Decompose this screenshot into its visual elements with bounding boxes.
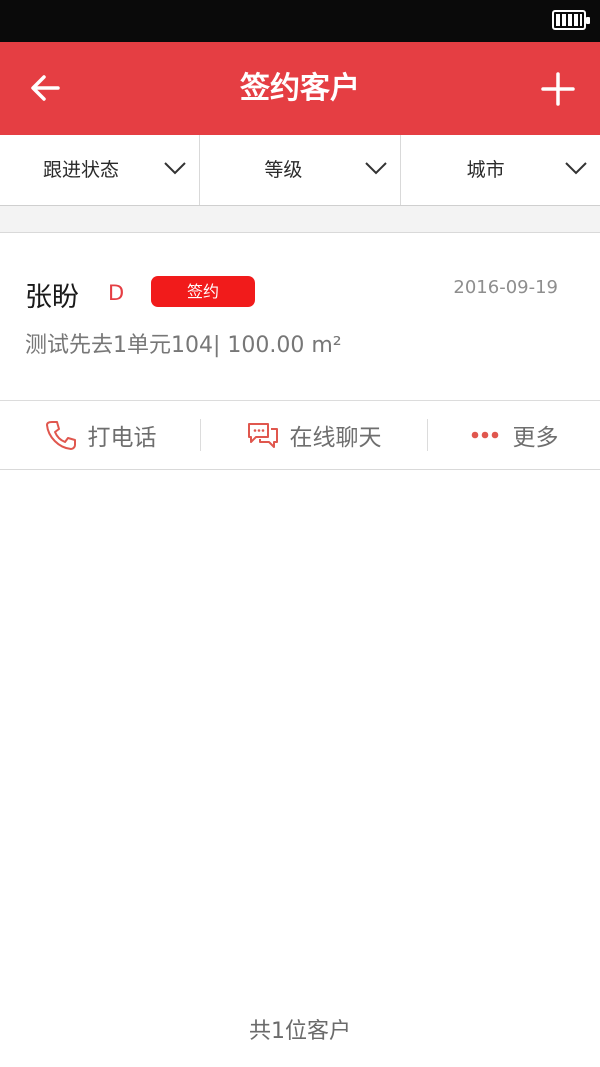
filter-label: 城市 [466,159,505,181]
chat-icon [247,423,278,448]
customer-date: 2016-09-19 [453,277,558,298]
chat-button[interactable]: 在线聊天 [200,401,427,469]
call-label: 打电话 [87,425,157,451]
filter-label: 跟进状态 [43,159,120,181]
customer-card[interactable]: 张盼 D 签约 2016-09-19 测试先去1单元104| 100.00 m²… [0,233,600,470]
page-title: 签约客户 [240,71,360,106]
add-icon[interactable] [534,62,582,114]
more-dots-icon [471,431,498,439]
call-button[interactable]: 打电话 [0,401,200,469]
customer-grade: D [108,281,125,305]
section-gap [0,206,600,233]
status-badge: 签约 [151,276,255,307]
status-bar [0,0,600,42]
customer-description: 测试先去1单元104| 100.00 m² [25,333,342,358]
battery-icon [552,10,590,30]
more-label: 更多 [512,425,559,451]
more-button[interactable]: 更多 [427,401,600,469]
chat-label: 在线聊天 [289,425,382,451]
filter-grade[interactable]: 等级 [200,135,401,205]
customer-name: 张盼 [25,282,79,313]
filter-label: 等级 [264,159,303,181]
customer-count: 共1位客户 [249,1019,351,1044]
chevron-down-icon [364,162,387,175]
app-header: 签约客户 [0,42,600,135]
back-arrow-icon[interactable] [22,62,74,114]
phone-icon [45,421,76,450]
filter-city[interactable]: 城市 [401,135,600,205]
filter-follow-status[interactable]: 跟进状态 [0,135,201,205]
chevron-down-icon [565,162,587,175]
action-bar: 打电话 在线聊天 更多 [0,401,600,469]
chevron-down-icon [164,162,187,175]
filter-bar: 跟进状态 等级 城市 [0,135,600,206]
